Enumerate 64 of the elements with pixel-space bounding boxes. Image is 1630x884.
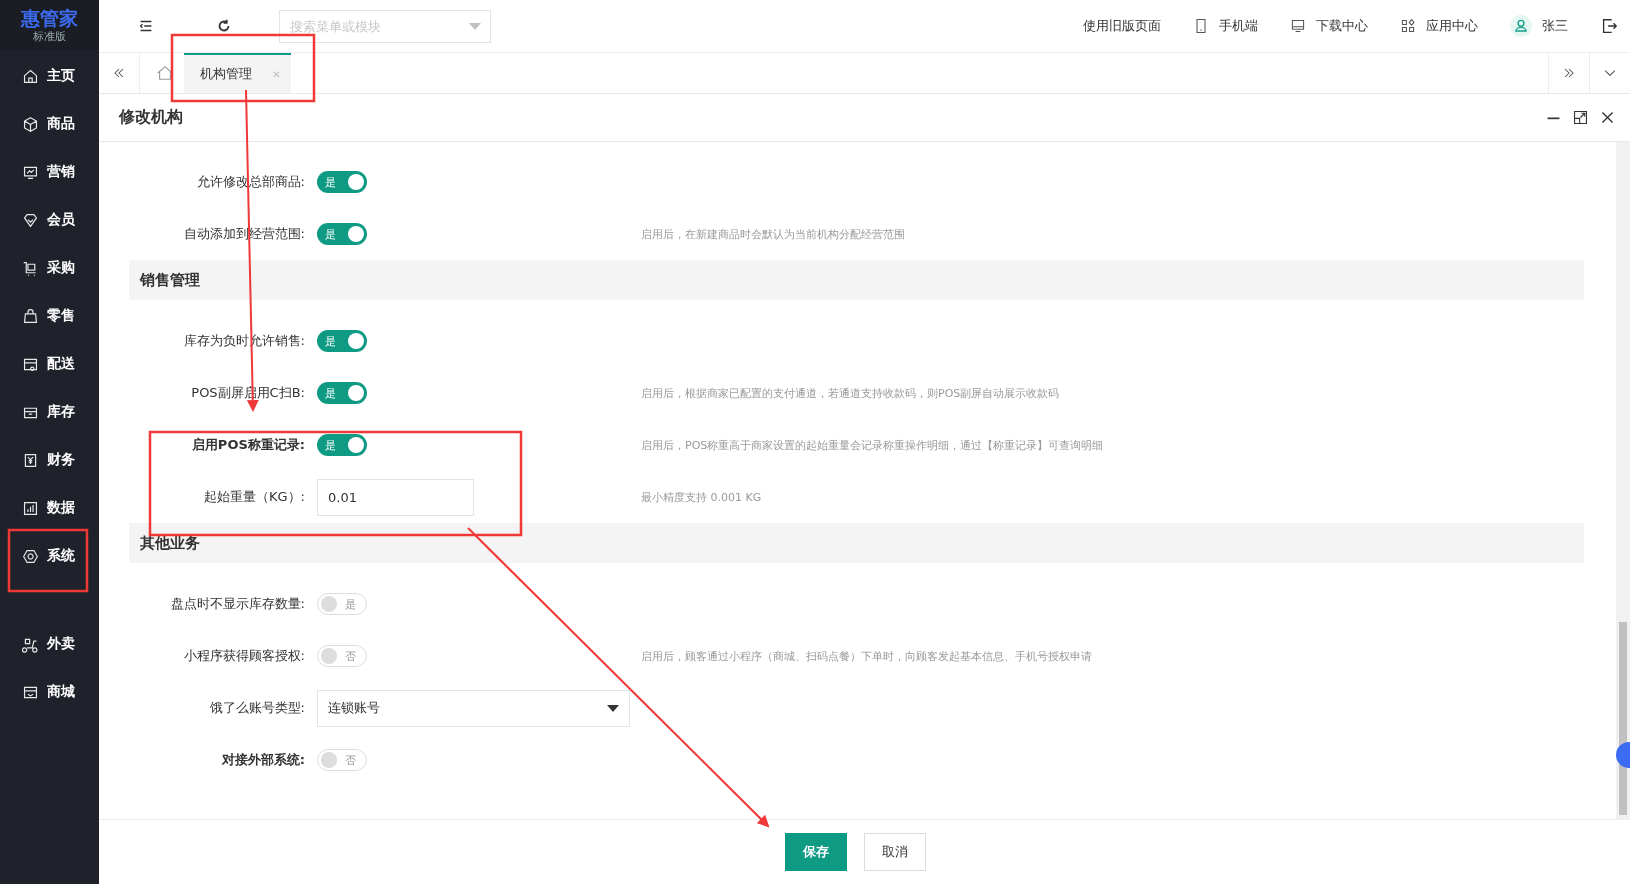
hint-text: 启用后，在新建商品时会默认为当前机构分配经营范围 xyxy=(641,226,905,242)
toggle-switch[interactable]: 是 xyxy=(317,223,367,245)
field-label: 对接外部系统: xyxy=(221,751,305,769)
sidebar-item[interactable]: 库存 xyxy=(0,388,99,436)
scrollbar[interactable] xyxy=(1616,142,1630,819)
sidebar-item[interactable]: 数据 xyxy=(0,484,99,532)
header-link[interactable]: 手机端 xyxy=(1193,17,1258,35)
hint-text: 启用后，根据商家已配置的支付通道，若通道支持收款码，则POS副屏自动展示收款码 xyxy=(641,385,1060,401)
field-label: 启用POS称重记录: xyxy=(191,436,305,454)
apps-icon xyxy=(1400,18,1416,34)
sidebar-item[interactable]: 会员 xyxy=(0,196,99,244)
section-header: 其他业务 xyxy=(129,523,1584,563)
logo-title: 惠管家 xyxy=(21,6,78,29)
sidebar-item[interactable]: 零售 xyxy=(0,292,99,340)
field-label: 盘点时不显示库存数量: xyxy=(170,595,305,613)
header-link[interactable]: 下载中心 xyxy=(1290,17,1368,35)
section-header: 销售管理 xyxy=(129,260,1584,300)
sidebar-item[interactable]: 商城 xyxy=(0,668,99,716)
hint-text: 启用后，POS称重高于商家设置的起始重量会记录称重操作明细，通过【称重记录】可查询明细 xyxy=(641,437,1104,453)
bar-chart-icon xyxy=(22,499,39,517)
dropdown[interactable]: 连锁账号 xyxy=(317,689,630,727)
house-icon xyxy=(22,67,39,85)
field-label: 饿了么账号类型: xyxy=(209,699,305,717)
cube-icon xyxy=(22,115,39,133)
sidebar-item[interactable]: 外卖 xyxy=(0,620,99,668)
save-button[interactable]: 保存 xyxy=(785,833,847,871)
sidebar-item[interactable]: 财务 xyxy=(0,436,99,484)
header-link[interactable]: 应用中心 xyxy=(1400,17,1478,35)
sidebar-item[interactable]: 配送 xyxy=(0,340,99,388)
toggle-switch[interactable]: 是 xyxy=(317,382,367,404)
field-label: 自动添加到经营范围: xyxy=(183,225,305,243)
cart-icon xyxy=(22,259,39,277)
house-icon[interactable] xyxy=(156,64,174,82)
bag-icon xyxy=(22,307,39,325)
dialog-title: 修改机构 xyxy=(119,107,183,128)
input-field[interactable]: 0.01 xyxy=(317,478,474,516)
caret-icon xyxy=(607,704,619,712)
sidebar-item[interactable]: 商品 xyxy=(0,100,99,148)
sidebar-item[interactable]: 采购 xyxy=(0,244,99,292)
sidebar-item[interactable]: 主页 xyxy=(0,52,99,100)
user-menu[interactable]: 张三 xyxy=(1510,15,1568,37)
tab[interactable]: 机构管理 xyxy=(184,53,291,93)
hint-text: 最小精度支持 0.001 KG xyxy=(641,489,762,505)
close-icon[interactable] xyxy=(1599,109,1616,126)
toggle-switch[interactable]: 是 xyxy=(317,434,367,456)
yen-icon xyxy=(22,451,39,469)
maximize-icon[interactable] xyxy=(1572,109,1589,126)
sidebar-item[interactable]: 系统 xyxy=(0,532,99,580)
monitor-icon xyxy=(1290,18,1306,34)
sidebar-item[interactable]: 营销 xyxy=(0,148,99,196)
field-label: 小程序获得顾客授权: xyxy=(183,647,305,665)
diamond-icon xyxy=(22,211,39,229)
logo-subtitle: 标准版 xyxy=(33,28,66,44)
toggle-switch[interactable]: 是 xyxy=(317,330,367,352)
logout-icon[interactable] xyxy=(1600,17,1618,35)
old-version-link[interactable]: 使用旧版页面 xyxy=(1083,17,1161,35)
avatar-icon xyxy=(1510,15,1532,37)
hint-text: 启用后，顾客通过小程序（商城、扫码点餐）下单时，向顾客发起基本信息、手机号授权申请 xyxy=(641,648,1092,664)
phone-icon xyxy=(1193,18,1209,34)
field-label: 起始重量（KG）: xyxy=(204,488,305,506)
hexagon-icon xyxy=(22,547,39,565)
cancel-button[interactable]: 取消 xyxy=(864,833,926,871)
toggle-switch[interactable]: 是 xyxy=(317,171,367,193)
caret-icon xyxy=(469,22,481,30)
